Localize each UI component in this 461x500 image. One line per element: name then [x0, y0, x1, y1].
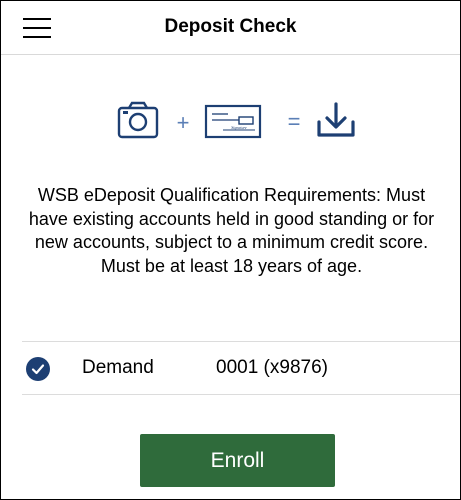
enroll-button[interactable]: Enroll	[140, 434, 335, 487]
selected-checkmark-icon[interactable]	[26, 357, 50, 381]
deposit-illustration: + Signature =	[117, 101, 355, 139]
svg-text:=: =	[288, 109, 301, 134]
app-screen: Deposit Check + Signature = WSB eDeposit…	[0, 0, 461, 500]
account-number-label: 0001 (x9876)	[216, 357, 328, 378]
svg-text:+: +	[177, 110, 190, 135]
account-option-demand[interactable]: Demand 0001 (x9876)	[1, 342, 460, 394]
camera-icon	[117, 101, 159, 139]
check-signature-text: Signature	[231, 125, 247, 130]
page-title: Deposit Check	[164, 16, 297, 37]
app-header: Deposit Check	[1, 1, 460, 55]
account-type-label: Demand	[82, 357, 154, 378]
check-icon: Signature	[204, 104, 262, 139]
equals-icon: =	[288, 109, 301, 134]
plus-icon: +	[177, 110, 190, 135]
download-icon	[317, 102, 355, 137]
qualification-requirements-text: WSB eDeposit Qualification Requirements:…	[28, 185, 435, 276]
divider	[22, 394, 460, 395]
checkmark-glyph	[31, 364, 45, 375]
